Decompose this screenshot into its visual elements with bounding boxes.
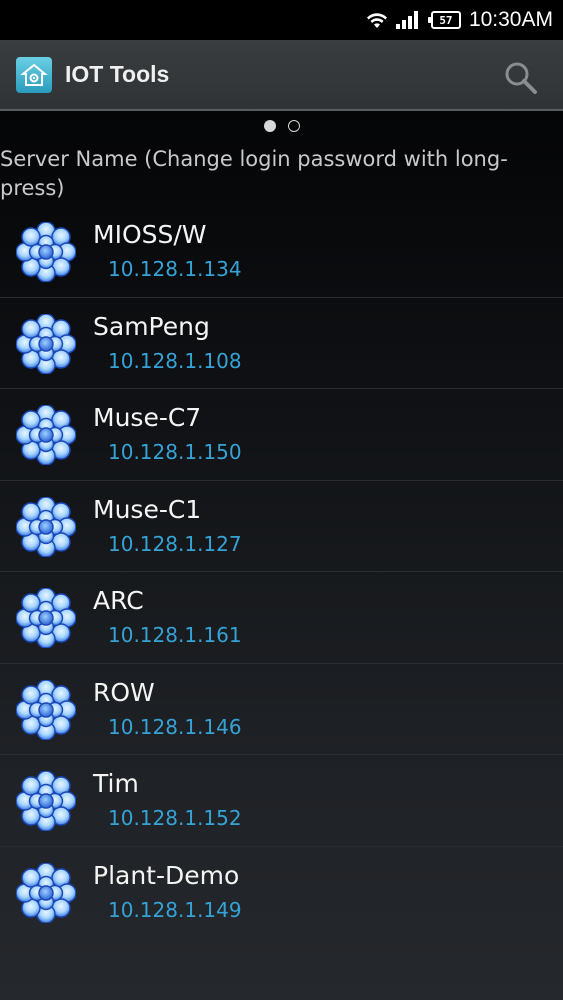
server-list: MIOSS/W 10.128.1.134 SamPeng 10.128.1.10… <box>0 206 563 938</box>
server-row[interactable]: Muse-C1 10.128.1.127 <box>0 481 563 572</box>
server-ip: 10.128.1.161 <box>108 623 242 647</box>
flower-cluster-icon <box>16 862 76 923</box>
server-name: Muse-C7 <box>93 403 202 432</box>
server-row[interactable]: ARC 10.128.1.161 <box>0 572 563 664</box>
server-name: ARC <box>93 586 144 615</box>
server-ip: 10.128.1.134 <box>108 257 242 281</box>
search-button[interactable] <box>501 58 541 98</box>
server-name: Plant-Demo <box>93 860 240 890</box>
server-name: Tim <box>93 769 139 798</box>
server-row[interactable]: Tim 10.128.1.152 <box>0 755 563 847</box>
server-ip: 10.128.1.149 <box>108 897 242 922</box>
flower-cluster-icon <box>16 222 76 282</box>
server-name: SamPeng <box>93 311 210 341</box>
server-ip: 10.128.1.152 <box>108 806 242 830</box>
server-name: Muse-C1 <box>93 494 202 524</box>
search-icon <box>505 62 537 94</box>
server-row[interactable]: MIOSS/W 10.128.1.134 <box>0 206 563 298</box>
page-dot-1[interactable] <box>263 120 276 132</box>
list-header: Server Name (Change login password with … <box>0 147 508 200</box>
server-ip: 10.128.1.127 <box>108 531 242 556</box>
server-row[interactable]: Plant-Demo 10.128.1.149 <box>0 847 563 939</box>
status-bar: 57 10:30AM <box>0 0 563 40</box>
server-ip: 10.128.1.146 <box>108 714 242 739</box>
flower-cluster-icon <box>16 588 76 648</box>
wifi-icon <box>366 13 387 28</box>
server-row[interactable]: Muse-C7 10.128.1.150 <box>0 389 563 481</box>
flower-cluster-icon <box>16 771 76 831</box>
flower-cluster-icon <box>16 679 76 740</box>
action-bar: IOT Tools <box>0 40 563 111</box>
app-title: IOT Tools <box>65 61 170 87</box>
server-ip: 10.128.1.150 <box>108 440 242 464</box>
server-row[interactable]: SamPeng 10.128.1.108 <box>0 298 563 389</box>
server-name: ROW <box>93 677 155 707</box>
page-indicator <box>0 120 563 134</box>
battery-level: 57 <box>439 13 453 27</box>
page-dot-2[interactable] <box>287 120 300 132</box>
battery-icon: 57 <box>427 11 461 29</box>
server-ip: 10.128.1.108 <box>108 348 242 373</box>
home-gear-icon[interactable] <box>16 56 52 93</box>
flower-cluster-icon <box>16 405 76 465</box>
flower-cluster-icon <box>16 496 76 557</box>
server-name: MIOSS/W <box>93 220 207 249</box>
signal-icon <box>395 11 418 29</box>
status-clock: 10:30AM <box>468 8 553 31</box>
server-row[interactable]: ROW 10.128.1.146 <box>0 664 563 755</box>
flower-cluster-icon <box>16 313 76 374</box>
